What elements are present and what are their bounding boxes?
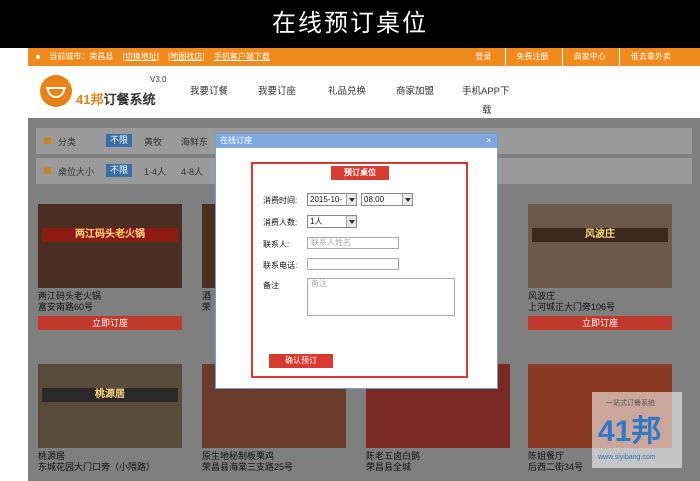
restaurant-address: 上河城正大门旁106号 [528,302,616,312]
nav-book-seat[interactable]: 我要订座 [258,83,296,97]
filter-size-option[interactable]: 4-8人 [181,165,203,178]
merchant-center-link[interactable]: 商家中心 [561,48,617,66]
restaurant-sign: 风波庄 [532,228,668,242]
page-banner: 在线预订桌位 [0,0,700,48]
logo-text: 41邦订餐系统 [76,89,155,108]
watermark-logo: 41邦 [598,415,662,448]
date-select[interactable]: 2015-10- [307,193,357,206]
site-header: 41邦订餐系统 V3.0 我要订餐 我要订座 礼品兑换 商家加盟 手机APP下 … [28,66,700,118]
filter-category-any[interactable]: 不限 [106,134,133,147]
book-now-button[interactable]: 立即订座 [528,316,672,330]
logo-brand-text: 订餐系统 [103,92,156,107]
note-textarea[interactable]: 备注 [307,278,455,316]
restaurant-photo[interactable]: 桃源居 [38,364,182,448]
logo-version: V3.0 [150,75,167,84]
grid-icon [44,137,51,144]
restaurant-card: 桃源居 桃源居 东城花园大门口旁（小隈路） [38,364,182,473]
contact-label: 联系人: [263,240,290,249]
chevron-down-icon [346,216,356,227]
form-heading: 预订桌位 [331,166,389,180]
phone-input[interactable] [307,258,399,270]
booking-dialog: 在线订座 × 预订桌位 消费时间: 2015-10- 08:00 消费人数: 1… [215,133,498,389]
filter-size-label: 桌位大小 [58,167,95,177]
restaurant-card: 风波庄 风波庄 上河城正大门旁106号 立即订座 [528,204,672,330]
people-select[interactable]: 1人 [307,215,357,228]
people-value: 1人 [310,217,323,226]
dialog-title: 在线订座 [220,136,252,145]
map-search-link[interactable]: [地图找店] [168,52,204,61]
current-city: 当前城市：荣昌县 [49,52,114,61]
restaurant-sign: 两江码头老火锅 [42,228,178,242]
confirm-booking-button[interactable]: 确认预订 [269,354,333,368]
note-label: 备注 [263,281,279,290]
filter-size-any[interactable]: 不限 [106,164,133,177]
restaurant-sign: 桃源居 [42,388,178,402]
booking-form: 预订桌位 消费时间: 2015-10- 08:00 消费人数: 1人 联系人: … [251,162,468,378]
filter-category-label: 分类 [58,137,77,147]
restaurant-address: 荣昌县海棠三支路25号 [202,462,294,472]
nav-mobile-app-wrap[interactable]: 载 [482,102,492,116]
restaurant-card: 两江码头老火锅 两江码头老火锅 富安南路60号 立即订座 [38,204,182,330]
restaurant-name[interactable]: 桃源居 [38,450,182,462]
restaurant-address: 东城花园大门口旁（小隈路） [38,462,156,472]
restaurant-address: 荣昌县全城 [366,462,412,472]
site-watermark: 一站式订餐系统 41邦 www.siyibang.com [592,392,682,468]
dialog-titlebar[interactable]: 在线订座 × [216,134,497,148]
grid-icon [44,167,51,174]
phone-label: 联系电话: [263,261,298,270]
people-label: 消费人数: [263,218,298,227]
restaurant-name[interactable]: 陈老五卤白鹅 [366,450,510,462]
logo-brand-number: 41邦 [76,92,104,107]
nav-gift-exchange[interactable]: 礼品兑换 [328,83,366,97]
date-value: 2015-10- [310,195,343,204]
book-now-button[interactable]: 立即订座 [38,316,182,330]
watermark-url: www.siyibang.com [598,454,656,461]
restaurant-photo[interactable]: 两江码头老火锅 [38,204,182,288]
restaurant-name[interactable]: 风波庄 [528,290,672,302]
nav-merchant-join[interactable]: 商家加盟 [396,83,434,97]
filter-category-option[interactable]: 黄牧 [144,135,162,148]
nav-mobile-app[interactable]: 手机APP下 [462,83,510,97]
location-pin-icon [36,54,40,59]
filter-category-option[interactable]: 海鲜东 [181,135,208,148]
bowl-icon [40,75,72,107]
register-link[interactable]: 免费注册 [504,48,560,66]
top-bar: 当前城市：荣昌县 [切换地址] [地图找店] 手机客户端下载 登录 免费注册 商… [28,48,700,66]
restaurant-name[interactable]: 原生地秘制板栗鸡 [202,450,346,462]
time-select[interactable]: 08:00 [361,193,413,206]
chevron-down-icon [402,194,412,205]
mobile-download-link[interactable]: 手机客户端下载 [214,52,270,61]
login-link[interactable]: 登录 [464,48,502,66]
time-label: 消费时间: [263,196,298,205]
chevron-down-icon [346,194,356,205]
switch-city-link[interactable]: [切换地址] [122,52,158,61]
takeaway-link[interactable]: 谁去拿外卖 [619,48,682,66]
nav-order-food[interactable]: 我要订餐 [190,83,228,97]
time-value: 08:00 [364,195,385,204]
close-icon[interactable]: × [486,134,491,148]
restaurant-photo[interactable]: 风波庄 [528,204,672,288]
site-logo[interactable]: 41邦订餐系统 V3.0 [40,75,170,113]
filter-size-option[interactable]: 1-4人 [144,165,166,178]
restaurant-name[interactable]: 两江码头老火锅 [38,290,182,302]
contact-input[interactable]: 联系人姓名 [307,237,399,249]
restaurant-address: 富安南路60号 [38,302,94,312]
